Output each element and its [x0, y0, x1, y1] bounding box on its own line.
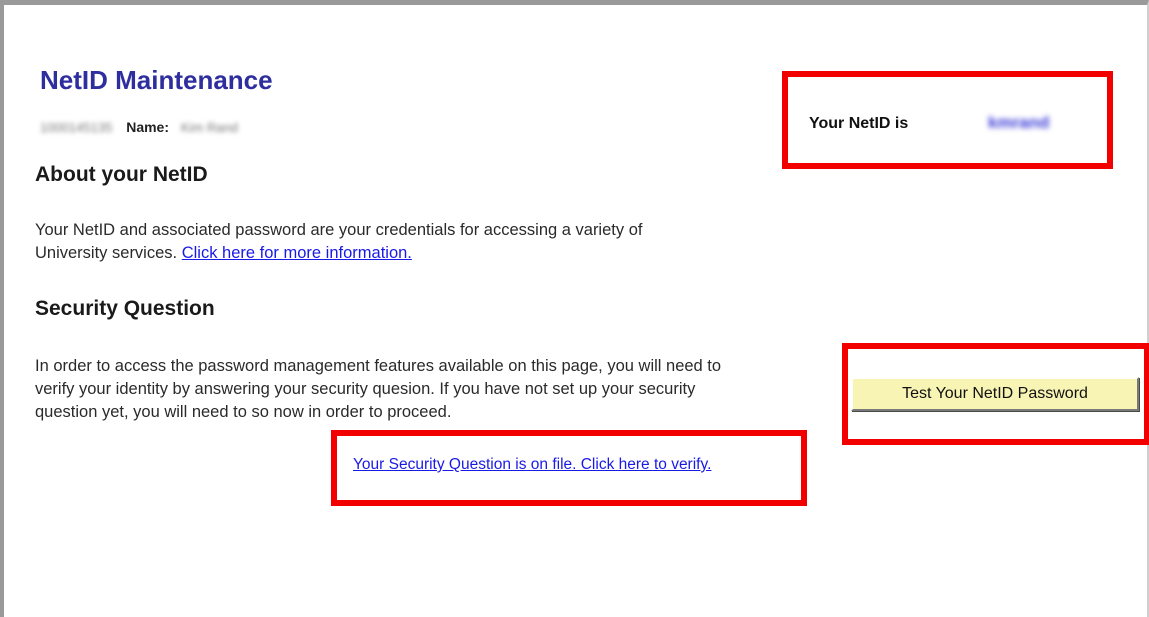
- more-info-link[interactable]: Click here for more information.: [182, 244, 412, 262]
- about-text-block: Your NetID and associated password are y…: [35, 219, 695, 265]
- netid-value: kmrand: [988, 113, 1050, 132]
- page-title: NetID Maintenance: [40, 65, 273, 95]
- name-label: Name:: [126, 119, 169, 135]
- student-id: 1000145135: [40, 120, 113, 135]
- security-text: In order to access the password manageme…: [35, 357, 722, 421]
- user-id-row: 1000145135 Name: Kim Rand: [40, 119, 238, 135]
- page-frame: NetID Maintenance 1000145135 Name: Kim R…: [0, 0, 1149, 617]
- test-password-button[interactable]: Test Your NetID Password: [851, 377, 1139, 411]
- name-value: Kim Rand: [180, 120, 238, 135]
- verify-security-question-link[interactable]: Your Security Question is on file. Click…: [353, 456, 711, 474]
- about-heading: About your NetID: [35, 163, 208, 186]
- security-heading: Security Question: [35, 297, 215, 320]
- netid-label: Your NetID is: [809, 115, 909, 132]
